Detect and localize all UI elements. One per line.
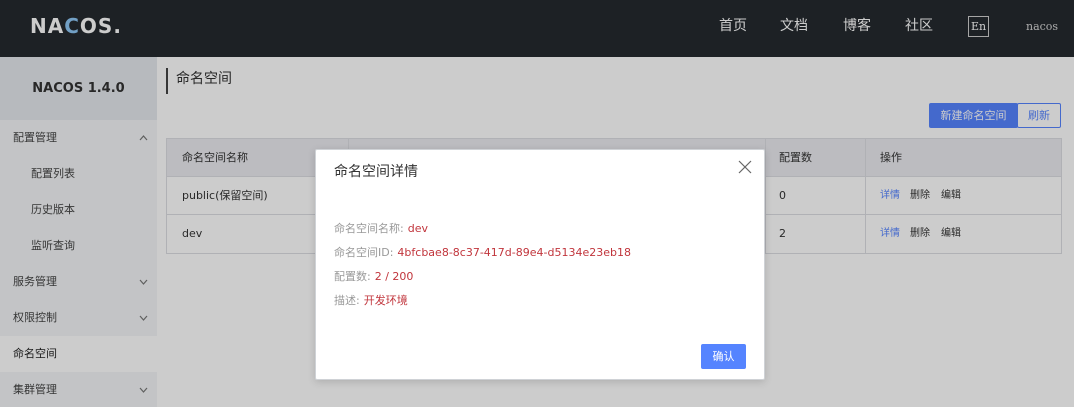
detail-field-id: 命名空间ID: 4bfcbae8-8c37-417d-89e4-d5134e23e…	[334, 244, 631, 260]
field-label: 命名空间ID:	[334, 246, 394, 259]
close-icon[interactable]	[738, 160, 752, 174]
detail-field-name: 命名空间名称: dev	[334, 220, 428, 236]
namespace-detail-dialog: 命名空间详情 命名空间名称: dev 命名空间ID: 4bfcbae8-8c37-4…	[315, 149, 765, 380]
confirm-button[interactable]: 确认	[701, 344, 746, 369]
field-label: 描述:	[334, 294, 360, 307]
field-value: 开发环境	[363, 294, 408, 307]
field-value: 2 / 200	[374, 270, 414, 283]
dialog-title: 命名空间详情	[334, 164, 418, 180]
detail-field-config-count: 配置数: 2 / 200	[334, 268, 413, 284]
field-value: dev	[407, 222, 428, 235]
field-label: 命名空间名称:	[334, 222, 404, 235]
detail-field-description: 描述: 开发环境	[334, 292, 408, 308]
field-label: 配置数:	[334, 270, 371, 283]
field-value: 4bfcbae8-8c37-417d-89e4-d5134e23eb18	[397, 246, 631, 259]
